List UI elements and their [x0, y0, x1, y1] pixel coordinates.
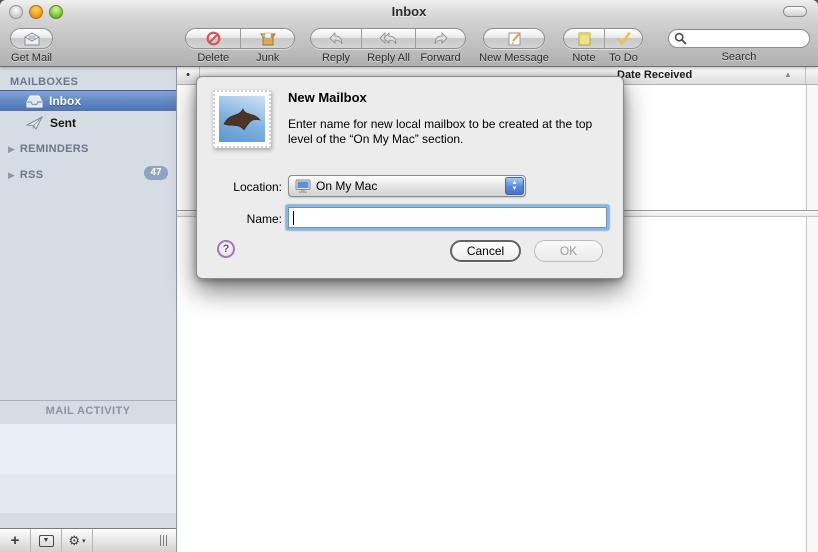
reply-button[interactable]: Reply [311, 29, 361, 48]
junk-label: Junk [256, 52, 279, 64]
sidebar-group-rss[interactable]: ▶ RSS 47 [0, 167, 176, 183]
ok-button[interactable]: OK [534, 240, 603, 262]
rss-unread-badge: 47 [144, 166, 168, 180]
todo-label: To Do [609, 52, 638, 64]
dialog-title: New Mailbox [288, 90, 367, 105]
mail-activity-divider [0, 400, 176, 401]
search-icon [674, 32, 687, 45]
note-todo-group: Note To Do [563, 28, 643, 49]
new-message-label: New Message [479, 52, 549, 64]
junk-box-icon [260, 31, 276, 46]
help-button[interactable]: ? [217, 240, 235, 258]
get-mail-envelope-icon [23, 32, 41, 46]
sidebar-bottom-bar: + ▼ ⚙ ▾ [0, 528, 177, 552]
text-cursor [293, 211, 294, 225]
forward-arrow-icon [433, 32, 449, 45]
add-mailbox-button[interactable]: + [0, 529, 31, 552]
get-mail-label: Get Mail [11, 52, 52, 64]
forward-button[interactable]: Forward [415, 29, 465, 48]
mail-app-stamp-icon [213, 90, 271, 148]
mailboxes-section-header: MAILBOXES [10, 76, 78, 88]
name-input[interactable] [288, 207, 607, 228]
title-and-toolbar: Inbox Get Mail Delete [0, 0, 818, 67]
date-received-column-header[interactable]: Date Received [617, 69, 692, 81]
computer-icon [295, 179, 311, 193]
popup-stepper-icon: ▲ ▼ [505, 177, 524, 195]
inbox-tray-icon [26, 94, 43, 108]
inbox-label: Inbox [49, 94, 81, 108]
mail-activity-row [0, 474, 176, 513]
delete-junk-group: Delete Junk [185, 28, 295, 49]
delete-button[interactable]: Delete [186, 29, 240, 48]
get-mail-button[interactable]: Get Mail [10, 28, 53, 49]
location-selected-value: On My Mac [316, 179, 377, 193]
reply-group: Reply Reply All Forward [310, 28, 466, 49]
pane-resize-handle[interactable] [160, 535, 167, 546]
delete-label: Delete [197, 52, 229, 64]
reply-arrow-icon [328, 32, 344, 45]
reminders-disclosure-icon[interactable]: ▶ [8, 144, 15, 155]
reply-all-arrow-icon [379, 32, 398, 45]
compose-icon [507, 31, 522, 46]
todo-checkmark-icon [616, 32, 631, 45]
action-menu-button[interactable]: ⚙ ▾ [62, 529, 93, 552]
search-label: Search [668, 51, 810, 63]
search-input[interactable] [668, 29, 810, 48]
cancel-button[interactable]: Cancel [450, 240, 521, 262]
note-button[interactable]: Note [564, 29, 604, 48]
note-icon [578, 32, 591, 46]
sort-ascending-icon: ▲ [784, 70, 792, 79]
eagle-silhouette-icon [222, 104, 262, 134]
question-mark-icon: ? [223, 243, 230, 255]
rss-label: RSS [20, 169, 44, 181]
note-label: Note [572, 52, 595, 64]
todo-button[interactable]: To Do [604, 29, 642, 48]
location-label: Location: [197, 180, 282, 194]
mailbox-sidebar: MAILBOXES Inbox Sent ▶ REMINDERS ▶ RSS 4… [0, 67, 177, 528]
reminders-label: REMINDERS [20, 143, 89, 155]
rss-disclosure-icon[interactable]: ▶ [8, 170, 15, 181]
mail-window: Inbox Get Mail Delete [0, 0, 818, 552]
show-mail-activity-button[interactable]: ▼ [31, 529, 62, 552]
gear-caret-icon: ▾ [82, 537, 86, 545]
window-title: Inbox [0, 4, 818, 19]
name-label: Name: [197, 212, 282, 226]
gear-icon: ⚙ [68, 533, 80, 549]
plus-icon: + [11, 532, 20, 549]
new-mailbox-dialog: New Mailbox Enter name for new local mai… [196, 76, 624, 279]
forward-label: Forward [420, 52, 460, 64]
sidebar-group-reminders[interactable]: ▶ REMINDERS [0, 141, 176, 157]
location-popup-button[interactable]: On My Mac ▲ ▼ [288, 175, 526, 197]
reply-all-button[interactable]: Reply All [361, 29, 415, 48]
message-list-scrollbar-track[interactable] [806, 85, 818, 552]
mail-activity-header: MAIL ACTIVITY [0, 405, 176, 417]
junk-button[interactable]: Junk [240, 29, 294, 48]
reply-all-label: Reply All [367, 52, 410, 64]
new-message-button[interactable]: New Message [483, 28, 545, 49]
sidebar-item-inbox[interactable]: Inbox [0, 90, 176, 111]
sent-paper-plane-icon [26, 116, 44, 130]
toolbar-toggle-button[interactable] [783, 6, 807, 17]
sent-label: Sent [50, 116, 76, 130]
delete-prohibition-icon [206, 31, 221, 46]
dialog-message: Enter name for new local mailbox to be c… [288, 117, 612, 147]
mail-activity-row [0, 424, 176, 474]
sidebar-item-sent[interactable]: Sent [0, 112, 176, 133]
header-spacer-cell [805, 67, 818, 84]
reply-label: Reply [322, 52, 350, 64]
activity-toggle-icon: ▼ [39, 535, 54, 547]
